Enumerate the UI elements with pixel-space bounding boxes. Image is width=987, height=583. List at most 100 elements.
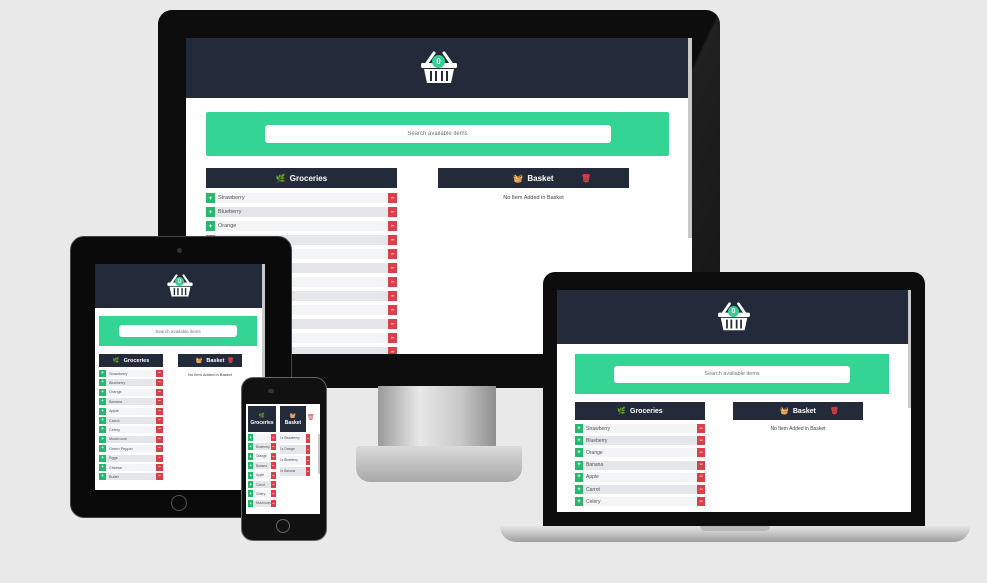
minus-icon[interactable]: − [156,388,163,396]
minus-icon[interactable]: − [156,407,163,415]
minus-icon[interactable]: − [697,460,705,470]
minus-icon[interactable]: − [156,417,163,424]
minus-icon[interactable]: − [156,398,163,406]
plus-icon[interactable]: + [248,471,253,479]
minus-icon[interactable]: − [388,193,397,203]
minus-icon[interactable]: − [697,424,705,433]
minus-icon[interactable]: − [388,221,397,231]
basket-icon[interactable]: 0 [715,301,753,333]
minus-icon[interactable]: − [306,434,310,443]
minus-icon[interactable]: − [306,467,310,476]
plus-icon[interactable]: + [575,497,583,507]
list-item: + Blueberry − [99,379,163,387]
minus-icon[interactable]: − [306,445,310,454]
minus-icon[interactable]: − [156,379,163,387]
trash-icon[interactable]: 🗑 [581,174,591,183]
plus-icon[interactable]: + [99,435,106,443]
plus-icon[interactable]: + [248,434,253,441]
plus-icon[interactable]: + [575,424,583,433]
minus-icon[interactable]: − [156,426,163,434]
list-item: + Eggs − [99,454,163,462]
minus-icon[interactable]: − [388,319,397,329]
trash-icon[interactable]: 🗑 [227,358,234,364]
list-item-label: Orange [218,223,237,229]
minus-icon[interactable]: − [388,235,397,245]
list-item: + Orange − [99,388,163,396]
minus-icon[interactable]: − [697,472,705,482]
minus-icon[interactable]: − [271,452,276,460]
search-input[interactable] [614,365,850,383]
plus-icon[interactable]: + [248,481,253,488]
minus-icon[interactable]: − [271,490,276,498]
scrollbar[interactable] [908,290,911,408]
plus-icon[interactable]: + [99,388,106,396]
plus-icon[interactable]: + [99,445,106,453]
plus-icon[interactable]: + [99,417,106,424]
list-item: + Orange − [248,452,276,460]
minus-icon[interactable]: − [271,443,276,451]
plus-icon[interactable]: + [248,443,253,451]
minus-icon[interactable]: − [388,347,397,354]
minus-icon[interactable]: − [156,473,163,481]
minus-icon[interactable]: − [388,277,397,287]
plus-icon[interactable]: + [248,462,253,470]
minus-icon[interactable]: − [697,485,705,494]
minus-icon[interactable]: − [156,445,163,453]
minus-icon[interactable]: − [156,435,163,443]
basket-item: 1x Blueberry − [280,456,310,465]
minus-icon[interactable]: − [388,305,397,315]
minus-icon[interactable]: − [306,456,310,465]
minus-icon[interactable]: − [697,497,705,507]
plus-icon[interactable]: + [206,193,215,203]
plus-icon[interactable]: + [575,472,583,482]
minus-icon[interactable]: − [697,448,705,458]
minus-icon[interactable]: − [156,464,163,471]
minus-icon[interactable]: − [388,291,397,301]
plus-icon[interactable]: + [575,448,583,458]
search-bar [99,316,257,346]
plus-icon[interactable]: + [575,436,583,446]
plus-icon[interactable]: + [99,426,106,434]
list-item: + Carrot − [575,485,705,494]
laptop-notch [700,526,770,531]
trash-icon[interactable]: 🗑 [307,414,315,421]
plus-icon[interactable]: + [206,221,215,231]
plus-icon[interactable]: + [99,379,106,387]
basket-icon[interactable]: 0 [165,273,195,299]
minus-icon[interactable]: − [697,436,705,446]
plus-icon[interactable]: + [99,464,106,471]
basket-item-label: 1x Strawberry [280,435,300,440]
plus-icon[interactable]: + [99,407,106,415]
minus-icon[interactable]: − [388,249,397,259]
search-input[interactable] [119,325,237,337]
minus-icon[interactable]: − [388,263,397,273]
plus-icon[interactable]: + [99,370,106,377]
scrollbar[interactable] [262,264,265,384]
phone-home-button[interactable] [276,519,290,533]
plus-icon[interactable]: + [99,398,106,406]
minus-icon[interactable]: − [271,499,276,507]
minus-icon[interactable]: − [271,471,276,479]
search-input[interactable] [264,125,611,143]
minus-icon[interactable]: − [271,434,276,441]
plus-icon[interactable]: + [575,485,583,494]
minus-icon[interactable]: − [271,481,276,488]
trash-icon[interactable]: 🗑 [830,407,839,415]
basket-icon[interactable]: 0 [418,50,460,86]
minus-icon[interactable]: − [156,454,163,462]
plus-icon[interactable]: + [206,207,215,217]
minus-icon[interactable]: − [156,370,163,377]
plus-icon[interactable]: + [248,490,253,498]
list-item-label: Carrot [109,418,120,423]
scrollbar[interactable] [688,38,692,238]
plus-icon[interactable]: + [99,473,106,481]
plus-icon[interactable]: + [248,499,253,507]
tablet-home-button[interactable] [171,495,187,511]
minus-icon[interactable]: − [388,207,397,217]
scrollbar[interactable] [318,434,320,474]
plus-icon[interactable]: + [99,454,106,462]
plus-icon[interactable]: + [248,452,253,460]
plus-icon[interactable]: + [575,460,583,470]
minus-icon[interactable]: − [388,333,397,343]
minus-icon[interactable]: − [271,462,276,470]
